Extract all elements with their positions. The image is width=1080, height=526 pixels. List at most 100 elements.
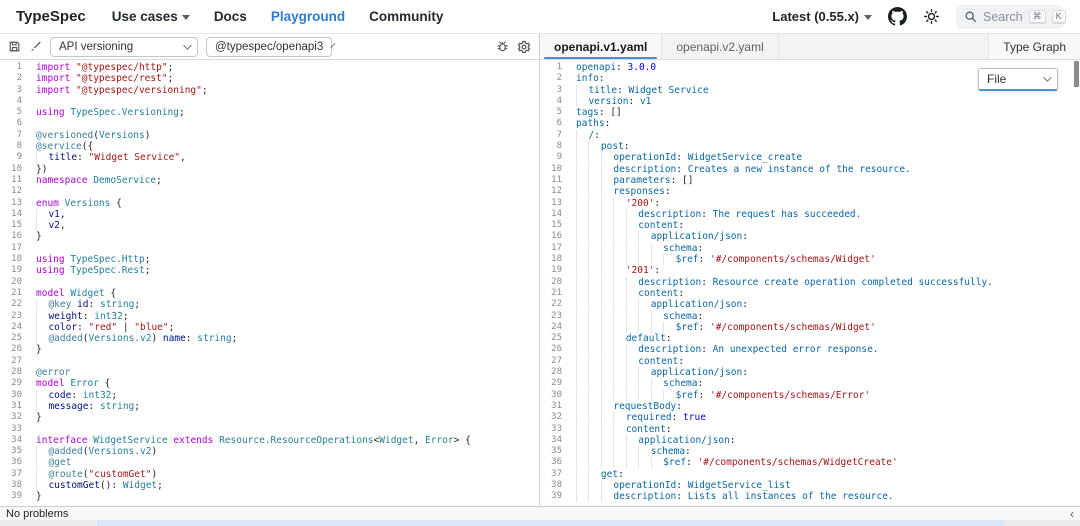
code-line[interactable]: 33	[0, 424, 539, 435]
code-line[interactable]: 37 @route("customGet")	[0, 468, 539, 480]
code-line[interactable]: 21 model Widget {	[0, 288, 539, 299]
code-line[interactable]: 36 @get	[0, 457, 539, 469]
code-line[interactable]: 12	[0, 186, 539, 197]
code-line[interactable]: 29 schema:	[540, 378, 1080, 390]
github-icon[interactable]	[888, 7, 907, 26]
code-line[interactable]: 6 paths:	[540, 118, 1080, 129]
code-line[interactable]: 10})	[0, 164, 539, 175]
code-line[interactable]: 13 enum Versions {	[0, 198, 539, 209]
code-line[interactable]: 34 application/json:	[540, 434, 1080, 446]
version-selector[interactable]: Latest (0.55.x)	[772, 9, 872, 24]
code-line[interactable]: 27	[0, 356, 539, 367]
code-line[interactable]: 32}	[0, 412, 539, 423]
tab-openapi-v2[interactable]: openapi.v2.yaml	[662, 34, 779, 59]
code-line[interactable]: 1 import "@typespec/http";	[0, 62, 539, 73]
code-line[interactable]: 17	[0, 243, 539, 254]
debug-icon[interactable]	[496, 40, 509, 53]
scrollbar-thumb[interactable]	[1074, 61, 1079, 87]
settings-gear-icon[interactable]	[517, 40, 531, 54]
samples-select[interactable]: API versioning	[50, 36, 198, 57]
code-line[interactable]: 28 application/json:	[540, 367, 1080, 379]
code-line[interactable]: 39}	[0, 491, 539, 502]
code-line[interactable]: 5 tags: []	[540, 107, 1080, 118]
code-line[interactable]: 23 schema:	[540, 310, 1080, 322]
code-line[interactable]: 16 application/json:	[540, 231, 1080, 243]
code-line[interactable]: 20 description: Resource create operatio…	[540, 276, 1080, 288]
code-line[interactable]: 21 content:	[540, 287, 1080, 299]
code-line[interactable]: 18 $ref: '#/components/schemas/Widget'	[540, 254, 1080, 266]
code-line[interactable]: 31 message: string;	[0, 400, 539, 412]
code-line[interactable]: 38 customGet(): Widget;	[0, 479, 539, 491]
code-line[interactable]: 36 $ref: '#/components/schemas/WidgetCre…	[540, 457, 1080, 469]
format-icon[interactable]	[29, 40, 42, 53]
save-icon[interactable]	[8, 40, 21, 53]
code-line[interactable]: 24 color: "red" | "blue";	[0, 321, 539, 333]
code-line[interactable]: 10 description: Creates a new instance o…	[540, 163, 1080, 175]
code-line[interactable]: 35 @added(Versions.v2)	[0, 446, 539, 458]
code-line[interactable]: 11 parameters: []	[540, 174, 1080, 186]
code-line[interactable]: 8 post:	[540, 141, 1080, 153]
code-line[interactable]: 24 $ref: '#/components/schemas/Widget'	[540, 321, 1080, 333]
theme-toggle-icon[interactable]	[923, 8, 940, 25]
code-line[interactable]: 38 operationId: WidgetService_list	[540, 479, 1080, 491]
code-line[interactable]: 9 operationId: WidgetService_create	[540, 152, 1080, 164]
code-line[interactable]: 22 application/json:	[540, 299, 1080, 311]
emitter-select[interactable]: @typespec/openapi3	[206, 36, 336, 57]
code-line[interactable]: 4	[0, 96, 539, 107]
code-line[interactable]: 30 code: int32;	[0, 389, 539, 401]
code-line[interactable]: 11 namespace DemoService;	[0, 175, 539, 186]
right-output-editor[interactable]: 1 openapi: 3.0.0 2 info: 3 title: Widget Ser…	[540, 60, 1080, 506]
output-file-select[interactable]: File	[978, 68, 1058, 91]
code-line[interactable]: 35 schema:	[540, 446, 1080, 458]
line-number: 26	[11, 344, 22, 355]
code-line[interactable]: 26 description: An unexpected error resp…	[540, 344, 1080, 356]
code-line[interactable]: 31 requestBody:	[540, 400, 1080, 412]
collapse-panel-icon[interactable]: ‹	[1070, 508, 1074, 520]
code-line[interactable]: 16}	[0, 231, 539, 242]
code-line[interactable]: 30 $ref: '#/components/schemas/Error'	[540, 389, 1080, 401]
code-line[interactable]: 15 v2,	[0, 220, 539, 232]
code-line[interactable]: 4 version: v1	[540, 95, 1080, 107]
code-line[interactable]: 23 weight: int32;	[0, 310, 539, 322]
code-line[interactable]: 17 schema:	[540, 242, 1080, 254]
code-line[interactable]: 12 responses:	[540, 186, 1080, 198]
code-line[interactable]: 22 @key id: string;	[0, 299, 539, 311]
code-line[interactable]: 13 '200':	[540, 197, 1080, 209]
code-line[interactable]: 33 content:	[540, 423, 1080, 435]
search-input[interactable]: Search ⌘ K	[956, 4, 1066, 29]
nav-item-playground[interactable]: Playground	[271, 9, 345, 24]
code-line[interactable]: 26}	[0, 344, 539, 355]
code-line[interactable]: 28 @error	[0, 367, 539, 378]
code-line[interactable]: 25 @added(Versions.v2) name: string;	[0, 333, 539, 345]
code-line[interactable]: 2 import "@typespec/rest";	[0, 73, 539, 84]
code-line[interactable]: 25 default:	[540, 333, 1080, 345]
code-line[interactable]: 8 @service({	[0, 141, 539, 152]
code-line[interactable]: 14 v1,	[0, 208, 539, 220]
tab-openapi-v1[interactable]: openapi.v1.yaml	[540, 34, 663, 59]
code-line[interactable]: 19 '201':	[540, 265, 1080, 277]
code-line[interactable]: 14 description: The request has succeede…	[540, 208, 1080, 220]
code-line[interactable]: 7 @versioned(Versions)	[0, 130, 539, 141]
logo[interactable]: TypeSpec	[16, 8, 86, 25]
code-line[interactable]: 37 get:	[540, 468, 1080, 480]
bottom-strip	[0, 520, 1080, 526]
code-line[interactable]: 19 using TypeSpec.Rest;	[0, 265, 539, 276]
code-line[interactable]: 39 description: Lists all instances of t…	[540, 491, 1080, 503]
code-line[interactable]: 34 interface WidgetService extends Resour…	[0, 435, 539, 446]
left-editor[interactable]: 1 import "@typespec/http"; 2 import "@types…	[0, 60, 540, 506]
code-line[interactable]: 3 import "@typespec/versioning";	[0, 85, 539, 96]
code-line[interactable]: 27 content:	[540, 355, 1080, 367]
code-line[interactable]: 32 required: true	[540, 412, 1080, 424]
code-line[interactable]: 5 using TypeSpec.Versioning;	[0, 107, 539, 118]
code-line[interactable]: 18 using TypeSpec.Http;	[0, 254, 539, 265]
code-line[interactable]: 15 content:	[540, 220, 1080, 232]
code-line[interactable]: 9 title: "Widget Service",	[0, 152, 539, 164]
nav-item-community[interactable]: Community	[369, 9, 443, 24]
code-line[interactable]: 7 /:	[540, 129, 1080, 141]
nav-item-use-cases[interactable]: Use cases	[112, 9, 190, 24]
code-line[interactable]: 6	[0, 118, 539, 129]
type-graph-button[interactable]: Type Graph	[988, 34, 1080, 59]
nav-item-docs[interactable]: Docs	[214, 9, 247, 24]
code-line[interactable]: 20	[0, 277, 539, 288]
code-line[interactable]: 29 model Error {	[0, 378, 539, 389]
